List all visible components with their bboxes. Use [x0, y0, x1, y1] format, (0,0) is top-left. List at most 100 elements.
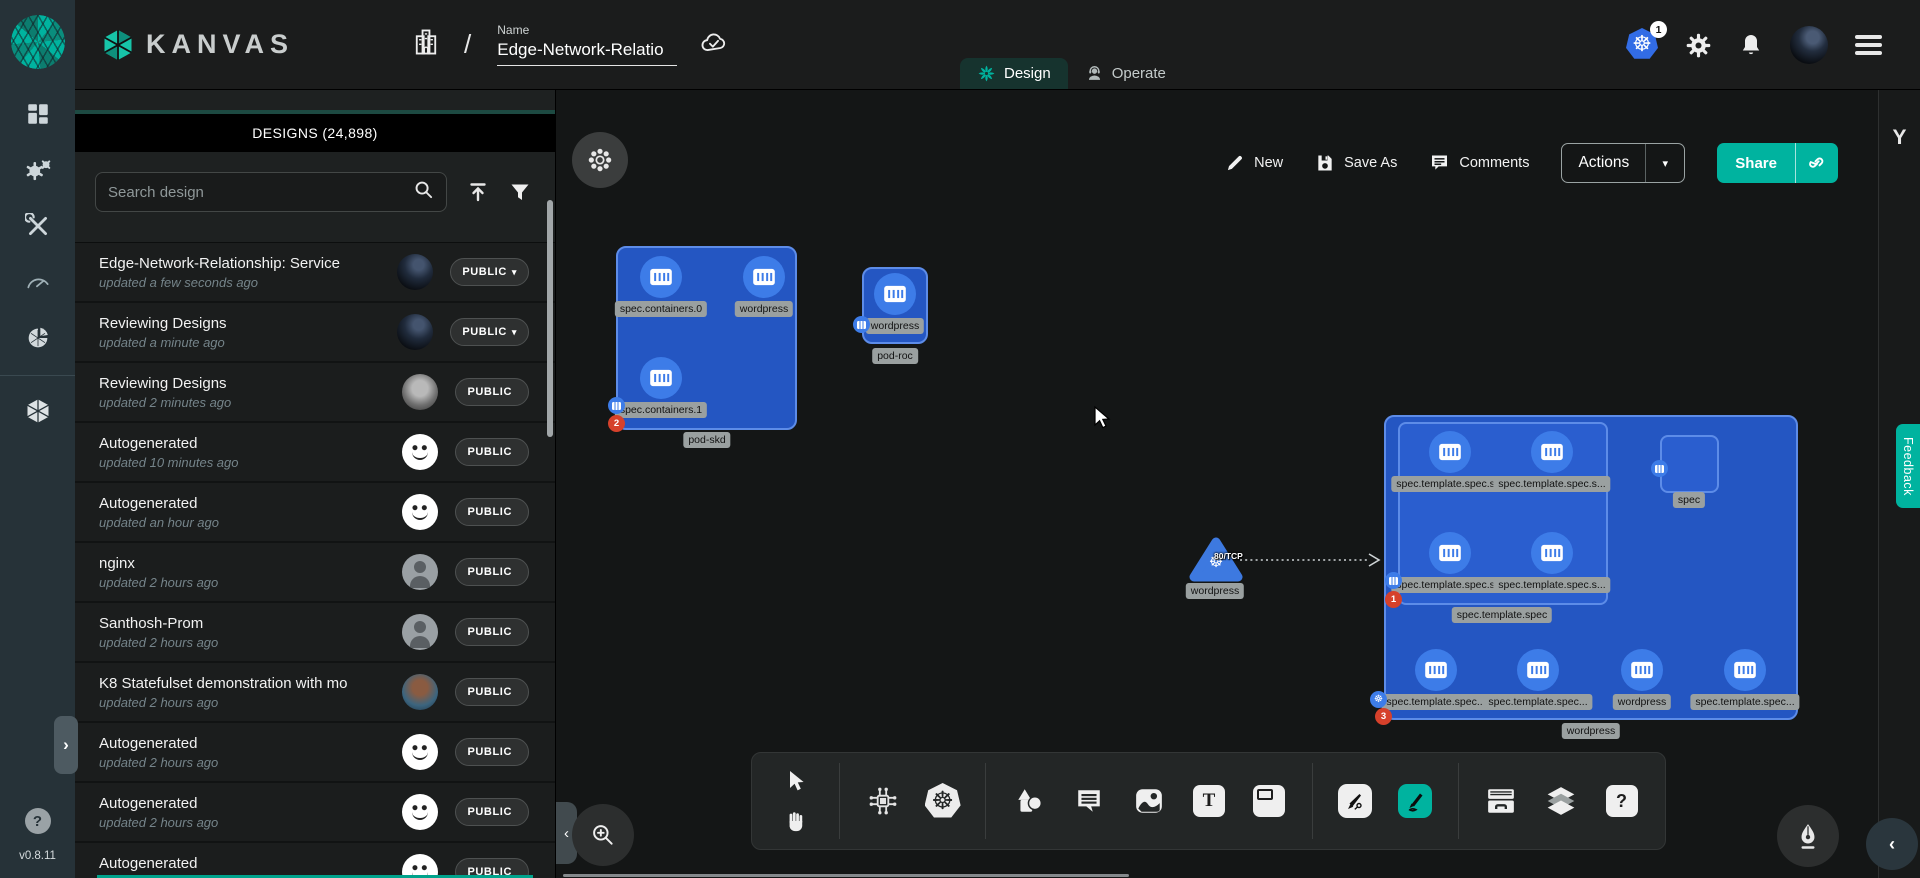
tab-operate[interactable]: Operate	[1068, 58, 1183, 89]
meshery-logo[interactable]	[11, 15, 65, 69]
search-field[interactable]	[95, 172, 447, 212]
pan-tool-button[interactable]	[776, 808, 816, 835]
sidebar-item-kanvas[interactable]	[16, 394, 60, 428]
visibility-badge[interactable]: PUBLIC▾	[450, 258, 529, 286]
design-owner-avatar[interactable]	[402, 734, 438, 770]
design-canvas[interactable]: New Save As Comments Actions ▾ Share	[555, 90, 1878, 878]
menu-hamburger-icon[interactable]	[1855, 35, 1882, 55]
container-node[interactable]	[1531, 431, 1573, 473]
version-label: v0.8.11	[19, 850, 56, 862]
design-list-item[interactable]: Autogenerated updated 2 hours ago PUBLIC	[75, 723, 555, 783]
settings-gear-icon[interactable]	[1685, 32, 1712, 59]
visibility-badge[interactable]: PUBLIC	[455, 378, 529, 406]
design-name-input[interactable]	[497, 37, 677, 66]
share-split-button[interactable]: Share	[1717, 143, 1838, 183]
sidebar-item-dashboard[interactable]	[16, 97, 60, 131]
container-node[interactable]	[1531, 532, 1573, 574]
design-owner-avatar[interactable]	[402, 794, 438, 830]
design-list-item[interactable]: K8 Statefulset demonstration with mo upd…	[75, 663, 555, 723]
canvas-hscrollbar-thumb[interactable]	[563, 874, 1129, 877]
filter-button[interactable]	[509, 181, 531, 203]
cluster-toggle-button[interactable]	[572, 132, 628, 188]
designs-scrollbar-thumb[interactable]	[547, 200, 553, 437]
import-design-button[interactable]	[467, 181, 489, 203]
kubernetes-context-button[interactable]: ☸ 1	[1626, 28, 1658, 62]
hierarchy-icon[interactable]: Y	[1879, 126, 1920, 150]
share-label[interactable]: Share	[1717, 143, 1795, 183]
container-node[interactable]	[640, 357, 682, 399]
kubernetes-tool-button[interactable]: ☸	[923, 781, 962, 821]
design-list-item[interactable]: Edge-Network-Relationship: Service updat…	[75, 243, 555, 303]
container-node[interactable]	[1429, 532, 1471, 574]
pen-nib-button[interactable]	[1777, 805, 1839, 867]
design-list-item[interactable]: nginx updated 2 hours ago PUBLIC	[75, 543, 555, 603]
tab-design[interactable]: Design	[960, 58, 1068, 89]
text-tool-button[interactable]: T	[1189, 781, 1228, 821]
design-list-item[interactable]: Reviewing Designs updated a minute ago P…	[75, 303, 555, 363]
actions-label[interactable]: Actions	[1562, 144, 1645, 182]
components-tool-button[interactable]	[863, 781, 902, 821]
design-owner-avatar[interactable]	[397, 314, 433, 350]
sidebar-item-performance[interactable]	[16, 265, 60, 299]
visibility-badge[interactable]: PUBLIC▾	[450, 318, 529, 346]
comments-button[interactable]: Comments	[1429, 153, 1529, 173]
image-tool-button[interactable]	[1129, 781, 1168, 821]
notifications-bell-icon[interactable]	[1739, 32, 1763, 58]
container-node[interactable]	[1429, 431, 1471, 473]
container-node[interactable]	[874, 273, 916, 315]
actions-caret-icon[interactable]: ▾	[1646, 144, 1684, 182]
visibility-badge[interactable]: PUBLIC	[455, 498, 529, 526]
sidebar-item-extensions[interactable]	[16, 321, 60, 355]
note-tool-button[interactable]	[1250, 781, 1289, 821]
drawer-tool-button[interactable]	[1482, 781, 1521, 821]
container-node[interactable]	[1724, 649, 1766, 691]
sidebar-item-lifecycle[interactable]	[16, 153, 60, 187]
right-rail-collapse-chevron[interactable]: ‹	[1866, 818, 1918, 870]
design-list-item[interactable]: Autogenerated updated 2 hours ago PUBLIC	[75, 783, 555, 843]
feedback-tab[interactable]: Feedback	[1896, 424, 1920, 508]
pen-tool-button[interactable]	[1336, 781, 1375, 821]
container-node[interactable]	[1415, 649, 1457, 691]
container-node[interactable]	[743, 256, 785, 298]
select-tool-button[interactable]	[776, 768, 816, 795]
visibility-badge[interactable]: PUBLIC	[455, 438, 529, 466]
spec-box[interactable]	[1660, 435, 1719, 493]
search-input[interactable]	[108, 184, 413, 201]
container-node[interactable]	[640, 256, 682, 298]
actions-split-button[interactable]: Actions ▾	[1561, 143, 1685, 183]
visibility-badge[interactable]: PUBLIC	[455, 798, 529, 826]
container-node[interactable]	[1621, 649, 1663, 691]
comment-tool-button[interactable]	[1069, 781, 1108, 821]
new-button[interactable]: New	[1225, 153, 1283, 173]
design-owner-avatar[interactable]	[402, 494, 438, 530]
design-owner-avatar[interactable]	[402, 434, 438, 470]
help-icon[interactable]: ?	[25, 808, 51, 834]
design-owner-avatar[interactable]	[402, 674, 438, 710]
design-owner-avatar[interactable]	[397, 254, 433, 290]
organization-icon[interactable]	[412, 27, 440, 62]
visibility-badge[interactable]: PUBLIC	[455, 678, 529, 706]
design-list-item[interactable]: Autogenerated updated an hour ago PUBLIC	[75, 483, 555, 543]
visibility-badge[interactable]: PUBLIC	[455, 738, 529, 766]
save-as-button[interactable]: Save As	[1315, 153, 1397, 173]
container-node[interactable]	[1517, 649, 1559, 691]
layers-tool-button[interactable]	[1542, 781, 1581, 821]
design-owner-avatar[interactable]	[402, 614, 438, 650]
design-owner-avatar[interactable]	[402, 554, 438, 590]
shapes-tool-button[interactable]	[1009, 781, 1048, 821]
sidebar-item-configuration[interactable]	[16, 209, 60, 243]
design-list-item[interactable]: Autogenerated updated 2 hours ago PUBLIC	[75, 843, 555, 878]
design-list-item[interactable]: Autogenerated updated 10 minutes ago PUB…	[75, 423, 555, 483]
share-link-icon[interactable]	[1796, 143, 1838, 183]
zoom-button[interactable]	[572, 804, 634, 866]
sidebar-expand-chevron[interactable]: ›	[54, 716, 78, 774]
help-tool-button[interactable]: ?	[1602, 781, 1641, 821]
design-owner-avatar[interactable]	[402, 374, 438, 410]
user-avatar[interactable]	[1790, 26, 1828, 64]
design-list-item[interactable]: Reviewing Designs updated 2 minutes ago …	[75, 363, 555, 423]
visibility-badge[interactable]: PUBLIC	[455, 618, 529, 646]
freehand-draw-tool-button[interactable]	[1396, 781, 1435, 821]
design-list-item[interactable]: Santhosh-Prom updated 2 hours ago PUBLIC	[75, 603, 555, 663]
visibility-badge[interactable]: PUBLIC	[455, 558, 529, 586]
kanvas-brand[interactable]: KANVAS	[100, 27, 294, 63]
